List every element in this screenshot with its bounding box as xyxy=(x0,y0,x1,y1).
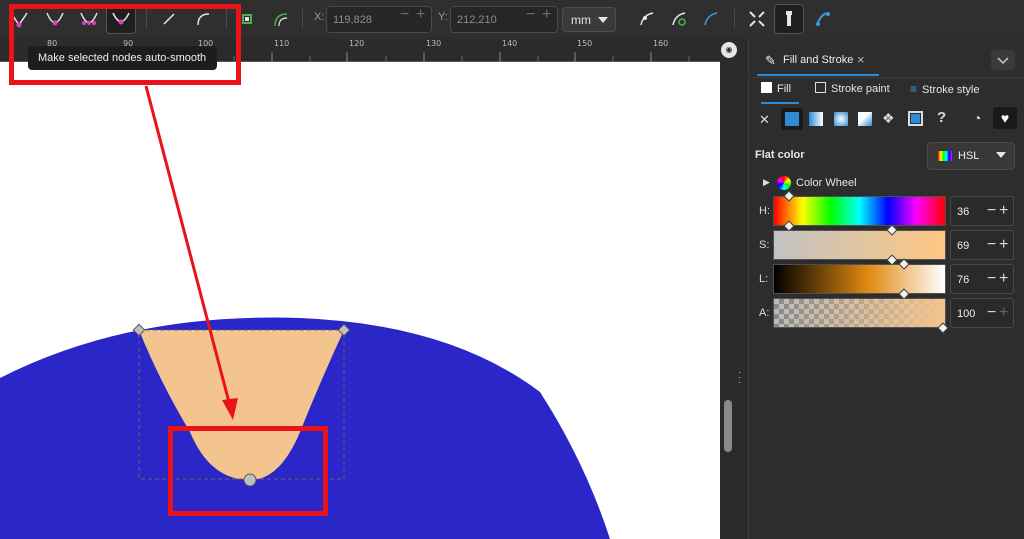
lightness-value: 76 xyxy=(957,274,970,286)
tooltip: Make selected nodes auto-smooth xyxy=(28,46,217,70)
hue-input[interactable]: 36 − + xyxy=(950,196,1014,226)
y-increment-button[interactable]: + xyxy=(542,6,558,24)
alpha-slider[interactable] xyxy=(773,298,949,334)
saturation-input[interactable]: 69 − + xyxy=(950,230,1014,260)
toolbar-separator xyxy=(734,9,735,29)
color-mode-dropdown[interactable]: HSL xyxy=(927,142,1015,170)
lightness-input[interactable]: 76 − + xyxy=(950,264,1014,294)
color-wheel-label[interactable]: Color Wheel xyxy=(796,177,857,189)
show-mask-icon[interactable] xyxy=(774,4,804,34)
mesh-gradient-icon[interactable] xyxy=(858,112,872,126)
hue-decrement-button[interactable]: − xyxy=(987,202,996,220)
saturation-value: 69 xyxy=(957,240,970,252)
flat-color-icon xyxy=(785,112,799,126)
color-mode-icon xyxy=(938,151,952,161)
stroke-to-path-icon[interactable] xyxy=(266,4,296,34)
show-clipping-path-icon[interactable] xyxy=(742,4,772,34)
y-decrement-button[interactable]: − xyxy=(526,6,542,24)
ruler-tick-label: 140 xyxy=(502,39,518,48)
y-coordinate-value: 212,210 xyxy=(457,14,497,26)
color-wheel-icon xyxy=(777,176,791,190)
lightness-label: L: xyxy=(759,273,769,285)
lightness-decrement-button[interactable]: − xyxy=(987,270,996,288)
fill-stroke-icon: ✎ xyxy=(765,53,776,68)
drawing-canvas[interactable] xyxy=(0,62,720,539)
swatch-icon[interactable] xyxy=(908,111,923,126)
tab-fill-and-stroke-label: Fill and Stroke xyxy=(783,54,854,66)
tab-fill-label: Fill xyxy=(777,83,792,95)
fill-rule-nonzero-icon[interactable]: ♥ xyxy=(993,107,1017,129)
annotation-highlight-node xyxy=(168,426,328,516)
canvas-vertical-scrollbar[interactable]: ◉ · · · xyxy=(720,38,748,539)
ruler-tick-label: 120 xyxy=(349,39,365,48)
lock-guides-icon[interactable]: ◉ xyxy=(721,42,737,58)
hue-label: H: xyxy=(759,205,770,217)
tab-fill[interactable]: Fill xyxy=(761,82,799,104)
show-bezier-handles-icon[interactable] xyxy=(664,4,694,34)
panel-resize-handle[interactable]: · · · xyxy=(738,368,742,388)
slider-thumb xyxy=(783,190,796,202)
radial-gradient-icon[interactable] xyxy=(834,112,848,126)
linear-gradient-icon[interactable] xyxy=(809,112,823,126)
ruler-tick-label: 150 xyxy=(577,39,593,48)
stroke-style-icon: ≡ xyxy=(910,82,918,96)
alpha-decrement-button[interactable]: − xyxy=(987,304,996,322)
unit-dropdown-label: mm xyxy=(571,13,591,27)
slider-thumb xyxy=(937,322,949,334)
saturation-slider[interactable] xyxy=(773,224,946,266)
edit-path-effect-icon[interactable] xyxy=(808,4,838,34)
flat-color-label: Flat color xyxy=(755,149,805,161)
y-coordinate-label: Y: xyxy=(438,11,448,23)
hue-value: 36 xyxy=(957,206,970,218)
color-mode-label: HSL xyxy=(958,150,980,162)
ruler-tick-label: 110 xyxy=(274,39,290,48)
show-transform-handles-icon[interactable] xyxy=(632,4,662,34)
alpha-input[interactable]: 100 − + xyxy=(950,298,1014,328)
alpha-label: A: xyxy=(759,307,770,319)
fill-and-stroke-panel: ✎ Fill and Stroke × Fill Stroke paint ≡ S… xyxy=(748,38,1024,539)
scrollbar-thumb[interactable] xyxy=(724,400,732,452)
tab-stroke-style[interactable]: ≡ Stroke style xyxy=(910,82,979,104)
x-coordinate-value: 119,828 xyxy=(333,14,372,26)
saturation-label: S: xyxy=(759,239,770,251)
stroke-paint-icon xyxy=(815,82,826,93)
flat-color-button[interactable] xyxy=(781,108,803,130)
saturation-decrement-button[interactable]: − xyxy=(987,236,996,254)
slider-thumb xyxy=(898,258,910,270)
toolbar-separator xyxy=(302,9,303,29)
expand-arrow-icon[interactable]: ▶ xyxy=(763,177,770,188)
lightness-increment-button[interactable]: + xyxy=(999,270,1008,288)
show-path-outline-icon[interactable] xyxy=(696,4,726,34)
saturation-increment-button[interactable]: + xyxy=(999,236,1008,254)
tab-stroke-style-label: Stroke style xyxy=(922,84,980,96)
slider-thumb xyxy=(886,224,898,236)
ruler-tick-label: 160 xyxy=(653,39,669,48)
tab-fill-and-stroke[interactable]: ✎ Fill and Stroke × xyxy=(757,44,879,76)
hue-slider[interactable] xyxy=(773,190,946,232)
unset-paint-icon[interactable]: ? xyxy=(937,109,946,126)
pattern-icon[interactable]: ❖ xyxy=(882,110,895,127)
close-icon[interactable]: × xyxy=(857,52,865,67)
panel-menu-button[interactable] xyxy=(991,50,1015,70)
alpha-increment-button[interactable]: + xyxy=(999,304,1008,322)
lightness-slider[interactable] xyxy=(773,258,946,300)
tab-stroke-paint[interactable]: Stroke paint xyxy=(815,82,890,104)
x-coordinate-label: X: xyxy=(314,11,325,23)
x-decrement-button[interactable]: − xyxy=(400,6,416,24)
fill-rule-evenodd-icon[interactable]: ◔ xyxy=(973,110,981,126)
annotation-highlight-toolbar xyxy=(9,4,241,85)
tab-stroke-paint-label: Stroke paint xyxy=(831,83,890,95)
ruler-tick-label: 130 xyxy=(426,39,442,48)
chevron-down-icon xyxy=(598,17,608,23)
divider xyxy=(749,77,1024,78)
fill-swatch-icon xyxy=(761,82,772,93)
alpha-value: 100 xyxy=(957,308,976,320)
no-paint-icon[interactable]: ✕ xyxy=(759,112,770,128)
unit-dropdown[interactable]: mm xyxy=(562,7,616,32)
x-increment-button[interactable]: + xyxy=(416,6,432,24)
hue-increment-button[interactable]: + xyxy=(999,202,1008,220)
